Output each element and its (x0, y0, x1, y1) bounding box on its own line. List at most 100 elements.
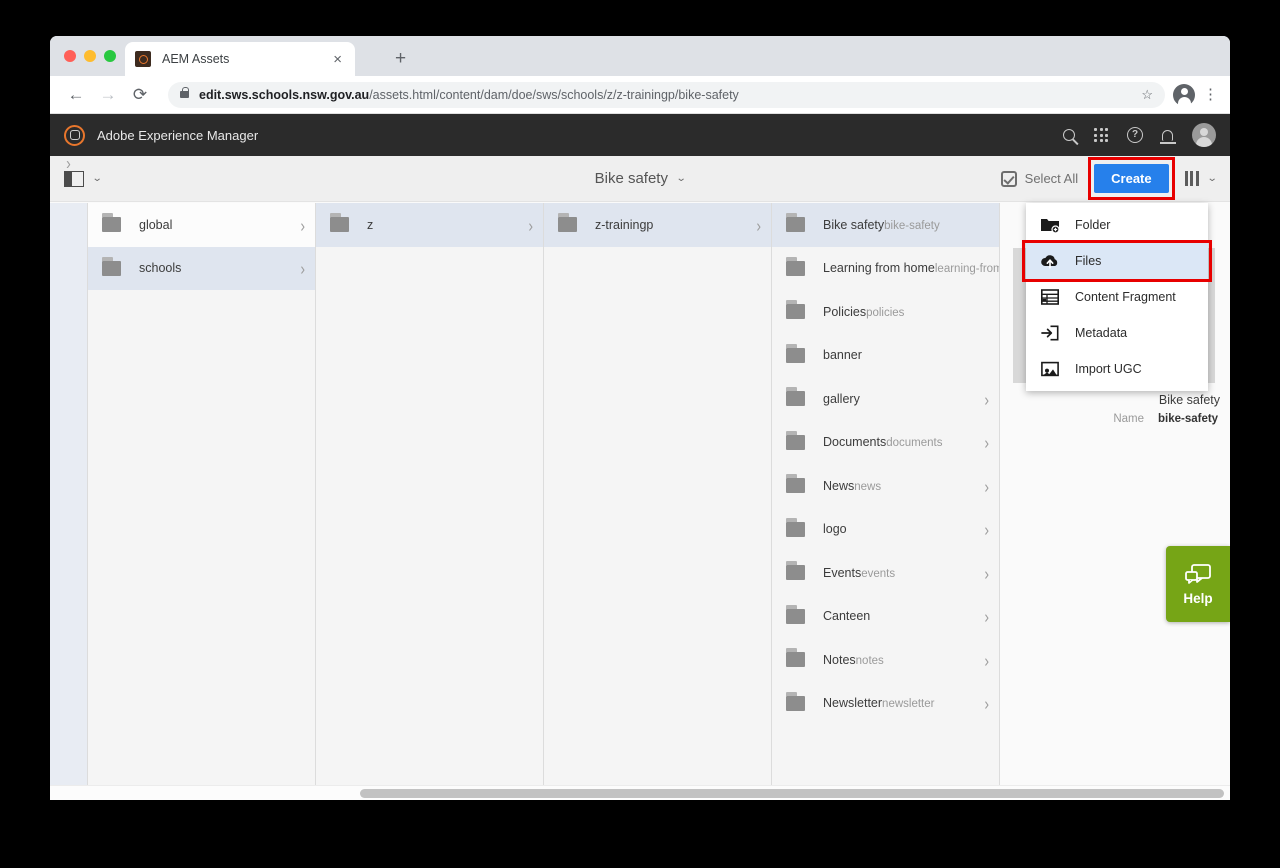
column-rail[interactable]: › (50, 153, 88, 800)
view-options-button[interactable]: ⌄ (1184, 171, 1217, 186)
list-item[interactable]: logo › (772, 508, 999, 552)
menu-item-label: Files (1075, 254, 1102, 268)
folder-icon (786, 213, 805, 233)
menu-item-folder[interactable]: Folder (1026, 207, 1208, 243)
chevron-right-icon: › (300, 214, 305, 235)
chevron-right-icon: › (984, 432, 989, 453)
folder-icon (786, 300, 805, 320)
menu-item-metadata[interactable]: Metadata (1026, 315, 1208, 351)
aem-header: Adobe Experience Manager ? (50, 114, 1230, 156)
folder-icon (786, 604, 805, 624)
import-ugc-icon (1040, 361, 1060, 377)
list-item[interactable]: gallery › (772, 377, 999, 421)
minimize-window-button[interactable] (84, 50, 96, 62)
list-item[interactable]: Eventsevents › (772, 551, 999, 595)
list-item[interactable]: banner (772, 334, 999, 378)
menu-item-files[interactable]: Files (1026, 243, 1208, 279)
list-item-title: logo (823, 522, 847, 537)
list-item-subtitle: notes (855, 654, 884, 667)
list-item[interactable]: Policiespolicies (772, 290, 999, 334)
folder-icon (786, 256, 805, 276)
list-item[interactable]: z-trainingp › (544, 203, 771, 247)
address-bar[interactable]: edit.sws.schools.nsw.gov.au /assets.html… (168, 81, 1165, 108)
list-item-title: z (367, 217, 374, 232)
create-button[interactable]: Create (1094, 164, 1169, 193)
browser-window: AEM Assets × + ← → ⟳ edit.sws.schools.ns… (50, 36, 1230, 800)
chevron-right-icon: › (984, 519, 989, 540)
adobe-logo-icon[interactable] (64, 124, 85, 146)
secure-lock-icon (180, 87, 189, 98)
list-item[interactable]: Newsnews › (772, 464, 999, 508)
horizontal-scrollbar[interactable] (50, 785, 1230, 800)
chevron-down-icon: ⌄ (91, 173, 103, 184)
page-title: Bike safety (594, 170, 668, 187)
detail-metadata: Name bike-safety (1013, 413, 1220, 425)
select-all-button[interactable]: Select All (1000, 170, 1078, 187)
new-folder-icon (1040, 217, 1060, 233)
help-icon[interactable]: ? (1127, 127, 1143, 143)
list-item-title: z-trainingp (595, 217, 654, 232)
list-item-title: Notes (823, 652, 856, 667)
chat-bubbles-icon (1185, 563, 1211, 584)
list-item[interactable]: Canteen › (772, 595, 999, 639)
folder-icon (102, 213, 121, 233)
help-widget-button[interactable]: Help (1166, 546, 1230, 622)
column-4: Bike safetybike-safety Learning from home… (772, 203, 1000, 800)
browser-profile-icon[interactable] (1173, 83, 1195, 106)
menu-item-wrapper: Files (1022, 240, 1212, 282)
back-icon[interactable]: ← (62, 81, 90, 109)
product-title: Adobe Experience Manager (97, 127, 259, 143)
list-item[interactable]: Learning from homelearning-from-home (772, 247, 999, 291)
apps-grid-icon[interactable] (1094, 128, 1108, 142)
close-window-button[interactable] (64, 50, 76, 62)
list-item-title: Learning from home (823, 261, 935, 276)
browser-menu-icon[interactable]: ⋮ (1203, 87, 1218, 102)
chevron-down-icon[interactable]: ⌄ (676, 173, 687, 184)
chevron-right-icon: › (984, 606, 989, 627)
menu-item-wrapper: Import UGC (1026, 351, 1208, 387)
folder-icon (558, 213, 577, 233)
list-item[interactable]: Notesnotes › (772, 638, 999, 682)
new-tab-button[interactable]: + (395, 49, 406, 68)
column-3: z-trainingp › (544, 203, 772, 800)
avatar-icon[interactable] (1192, 123, 1216, 147)
chevron-right-icon: › (984, 649, 989, 670)
cloud-upload-icon (1040, 253, 1060, 269)
menu-item-import-ugc[interactable]: Import UGC (1026, 351, 1208, 387)
list-item-title: Canteen (823, 609, 871, 624)
column-1: global › schools › (88, 203, 316, 800)
browser-tab-strip: AEM Assets × + (50, 36, 1230, 76)
column-2: z › (316, 203, 544, 800)
menu-item-content-fragment[interactable]: Content Fragment (1026, 279, 1208, 315)
list-item[interactable]: schools › (88, 246, 315, 290)
folder-icon (786, 691, 805, 711)
maximize-window-button[interactable] (104, 50, 116, 62)
folder-icon (786, 387, 805, 407)
scrollbar-thumb[interactable] (360, 789, 1224, 798)
list-item-title: Policies (823, 304, 867, 319)
forward-icon[interactable]: → (94, 81, 122, 109)
list-item[interactable]: global › (88, 203, 315, 247)
list-item-subtitle: policies (866, 306, 905, 319)
create-dropdown-menu: Folder Files Content Fragment Metadata Impor… (1022, 203, 1212, 391)
chevron-right-icon: › (66, 152, 71, 173)
chevron-right-icon: › (984, 693, 989, 714)
list-item[interactable]: z › (316, 203, 543, 247)
list-item[interactable]: Newsletternewsletter › (772, 682, 999, 726)
list-item[interactable]: Bike safetybike-safety (772, 203, 999, 247)
search-icon[interactable] (1063, 129, 1075, 141)
menu-item-label: Content Fragment (1075, 290, 1176, 304)
list-item[interactable]: Documentsdocuments › (772, 421, 999, 465)
close-icon[interactable]: × (330, 52, 345, 67)
chevron-right-icon: › (528, 214, 533, 235)
bookmark-star-icon[interactable]: ☆ (1141, 87, 1153, 103)
chevron-right-icon: › (984, 562, 989, 583)
list-item-title: schools (139, 261, 182, 276)
notifications-icon[interactable] (1159, 129, 1176, 144)
list-item-subtitle: newsletter (882, 698, 935, 711)
folder-icon (330, 213, 349, 233)
browser-tab[interactable]: AEM Assets × (125, 42, 355, 76)
list-item-title: Documents (823, 435, 887, 450)
folder-icon (786, 430, 805, 450)
reload-icon[interactable]: ⟳ (126, 81, 154, 109)
